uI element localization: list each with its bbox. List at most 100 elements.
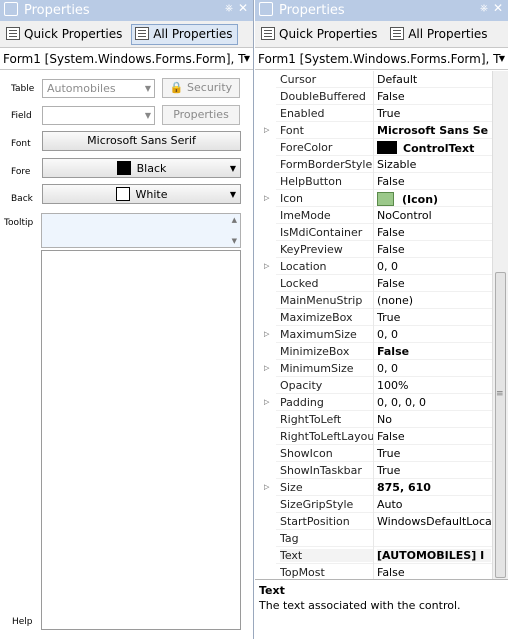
all-properties-button[interactable]: All Properties bbox=[131, 24, 238, 45]
property-value[interactable]: WindowsDefaultLocation bbox=[377, 515, 491, 528]
property-row-topmost[interactable]: TopMost False bbox=[255, 564, 508, 579]
property-name: MinimizeBox bbox=[280, 345, 350, 358]
column-divider bbox=[373, 156, 374, 173]
property-value[interactable]: False bbox=[377, 90, 491, 103]
property-value[interactable]: Default bbox=[377, 73, 491, 86]
property-row-showintaskbar[interactable]: ShowInTaskbar True bbox=[255, 462, 508, 479]
property-row-maximizebox[interactable]: MaximizeBox True bbox=[255, 309, 508, 326]
row-gutter bbox=[255, 105, 276, 122]
property-value[interactable]: False bbox=[377, 243, 491, 256]
scroll-up-icon[interactable]: ▲ bbox=[232, 216, 237, 224]
property-value[interactable]: [AUTOMOBILES] I bbox=[377, 549, 491, 562]
property-value[interactable]: True bbox=[377, 107, 491, 120]
right-toolbar: Quick Properties All Properties bbox=[255, 21, 508, 48]
property-value[interactable]: Auto bbox=[377, 498, 491, 511]
property-row-cursor[interactable]: Cursor Default bbox=[255, 71, 508, 88]
property-value[interactable]: 875, 610 bbox=[377, 481, 491, 494]
property-row-doublebuffered[interactable]: DoubleBuffered False bbox=[255, 88, 508, 105]
form-icon-preview bbox=[377, 192, 394, 206]
property-grid-scrollbar[interactable]: ≡ bbox=[492, 71, 508, 579]
close-icon[interactable]: ✕ bbox=[493, 1, 503, 15]
property-value[interactable]: False bbox=[377, 226, 491, 239]
property-value[interactable]: False bbox=[377, 345, 491, 358]
scrollbar-thumb[interactable] bbox=[495, 272, 506, 578]
property-value[interactable]: Sizable bbox=[377, 158, 491, 171]
property-name: MaximumSize bbox=[280, 328, 357, 341]
property-row-tag[interactable]: Tag bbox=[255, 530, 508, 547]
property-value[interactable]: True bbox=[377, 464, 491, 477]
scroll-down-icon[interactable]: ▼ bbox=[232, 237, 237, 245]
property-value[interactable]: False bbox=[377, 566, 491, 579]
property-value[interactable]: 0, 0 bbox=[377, 260, 491, 273]
property-value-text: 0, 0 bbox=[377, 260, 398, 273]
property-row-icon[interactable]: ▷ Icon (Icon) bbox=[255, 190, 508, 207]
property-row-minimumsize[interactable]: ▷ MinimumSize 0, 0 bbox=[255, 360, 508, 377]
property-row-showicon[interactable]: ShowIcon True bbox=[255, 445, 508, 462]
property-row-font[interactable]: ▷ Font Microsoft Sans Se bbox=[255, 122, 508, 139]
property-row-maximumsize[interactable]: ▷ MaximumSize 0, 0 bbox=[255, 326, 508, 343]
property-row-ismdicontainer[interactable]: IsMdiContainer False bbox=[255, 224, 508, 241]
property-row-opacity[interactable]: Opacity 100% bbox=[255, 377, 508, 394]
field-combo[interactable]: ▼ bbox=[42, 106, 155, 125]
property-row-sizegripstyle[interactable]: SizeGripStyle Auto bbox=[255, 496, 508, 513]
property-row-imemode[interactable]: ImeMode NoControl bbox=[255, 207, 508, 224]
expand-icon[interactable]: ▷ bbox=[264, 330, 269, 338]
properties-button[interactable]: Properties bbox=[162, 105, 240, 125]
all-properties-button[interactable]: All Properties bbox=[386, 24, 492, 45]
pin-icon[interactable]: ⎈ bbox=[480, 3, 488, 14]
property-value[interactable]: Microsoft Sans Se bbox=[377, 124, 491, 137]
property-row-keypreview[interactable]: KeyPreview False bbox=[255, 241, 508, 258]
column-divider bbox=[373, 275, 374, 292]
expand-icon[interactable]: ▷ bbox=[264, 398, 269, 406]
expand-icon[interactable]: ▷ bbox=[264, 364, 269, 372]
pin-icon[interactable]: ⎈ bbox=[225, 3, 233, 14]
property-row-locked[interactable]: Locked False bbox=[255, 275, 508, 292]
back-label: Back bbox=[11, 194, 33, 204]
property-value[interactable]: 0, 0 bbox=[377, 328, 491, 341]
property-row-text[interactable]: Text [AUTOMOBILES] I bbox=[255, 547, 508, 564]
tooltip-textbox[interactable]: ▲ ▼ bbox=[41, 213, 241, 248]
expand-icon[interactable]: ▷ bbox=[264, 483, 269, 491]
property-value[interactable]: (Icon) bbox=[377, 192, 491, 206]
property-row-minimizebox[interactable]: MinimizeBox False bbox=[255, 343, 508, 360]
property-row-mainmenustrip[interactable]: MainMenuStrip (none) bbox=[255, 292, 508, 309]
quick-properties-button[interactable]: Quick Properties bbox=[2, 24, 127, 45]
property-row-location[interactable]: ▷ Location 0, 0 bbox=[255, 258, 508, 275]
property-value[interactable]: True bbox=[377, 311, 491, 324]
row-gutter bbox=[255, 462, 276, 479]
property-value[interactable]: 100% bbox=[377, 379, 491, 392]
back-color-picker[interactable]: White ▼ bbox=[42, 184, 241, 204]
property-value[interactable]: (none) bbox=[377, 294, 491, 307]
help-textbox[interactable] bbox=[41, 250, 241, 630]
font-button[interactable]: Microsoft Sans Serif bbox=[42, 131, 241, 151]
close-icon[interactable]: ✕ bbox=[238, 1, 248, 15]
expand-icon[interactable]: ▷ bbox=[264, 262, 269, 270]
property-value[interactable]: False bbox=[377, 430, 491, 443]
property-value[interactable]: 0, 0, 0, 0 bbox=[377, 396, 491, 409]
property-row-enabled[interactable]: Enabled True bbox=[255, 105, 508, 122]
expand-icon[interactable]: ▷ bbox=[264, 194, 269, 202]
property-row-startposition[interactable]: StartPosition WindowsDefaultLocation bbox=[255, 513, 508, 530]
table-combo[interactable]: Automobiles ▼ bbox=[42, 79, 155, 98]
security-button[interactable]: 🔒 Security bbox=[162, 78, 240, 98]
property-row-forecolor[interactable]: ForeColor ControlText bbox=[255, 139, 508, 156]
property-value[interactable]: False bbox=[377, 277, 491, 290]
property-value[interactable]: 0, 0 bbox=[377, 362, 491, 375]
row-gutter bbox=[255, 173, 276, 190]
property-value[interactable]: NoControl bbox=[377, 209, 491, 222]
property-row-formborderstyle[interactable]: FormBorderStyle Sizable bbox=[255, 156, 508, 173]
property-value[interactable]: ControlText bbox=[377, 141, 491, 155]
property-row-righttoleftlayout[interactable]: RightToLeftLayout False bbox=[255, 428, 508, 445]
right-object-selector[interactable]: Form1 [System.Windows.Forms.Form], T ▼ bbox=[255, 48, 508, 70]
property-value[interactable]: False bbox=[377, 175, 491, 188]
quick-properties-button[interactable]: Quick Properties bbox=[257, 24, 382, 45]
property-value[interactable]: No bbox=[377, 413, 491, 426]
property-value[interactable]: True bbox=[377, 447, 491, 460]
expand-icon[interactable]: ▷ bbox=[264, 126, 269, 134]
fore-color-picker[interactable]: Black ▼ bbox=[42, 158, 241, 178]
property-row-helpbutton[interactable]: HelpButton False bbox=[255, 173, 508, 190]
property-row-righttoleft[interactable]: RightToLeft No bbox=[255, 411, 508, 428]
property-row-size[interactable]: ▷ Size 875, 610 bbox=[255, 479, 508, 496]
property-row-padding[interactable]: ▷ Padding 0, 0, 0, 0 bbox=[255, 394, 508, 411]
left-object-selector[interactable]: Form1 [System.Windows.Forms.Form], T ▼ bbox=[0, 48, 253, 70]
